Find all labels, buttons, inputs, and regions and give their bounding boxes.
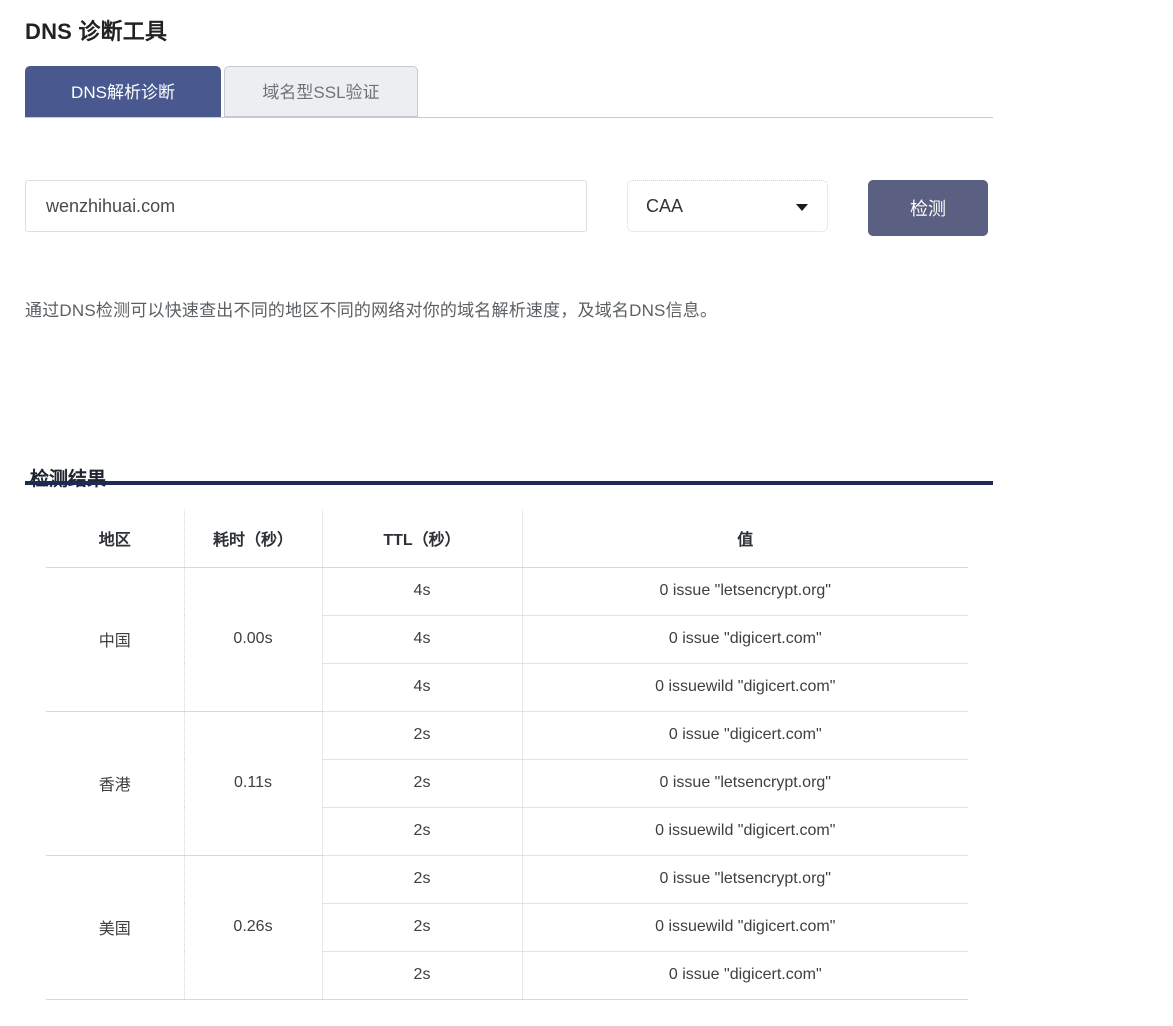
- cell-elapsed: 0.26s: [184, 855, 322, 999]
- column-header-value: 值: [522, 510, 968, 567]
- cell-region: 美国: [46, 855, 184, 999]
- cell-ttl: 4s: [322, 615, 522, 663]
- cell-value: 0 issue "digicert.com": [522, 711, 968, 759]
- cell-ttl: 2s: [322, 951, 522, 999]
- cell-region: 中国: [46, 567, 184, 711]
- cell-elapsed: 0.11s: [184, 711, 322, 855]
- table-header-row: 地区 耗时（秒） TTL（秒） 值: [46, 510, 968, 567]
- cell-value: 0 issuewild "digicert.com": [522, 903, 968, 951]
- cell-ttl: 2s: [322, 807, 522, 855]
- tab-bar: DNS解析诊断 域名型SSL验证: [25, 66, 993, 118]
- result-table-head: 地区 耗时（秒） TTL（秒） 值: [46, 510, 968, 567]
- cell-value: 0 issue "letsencrypt.org": [522, 855, 968, 903]
- result-heading-rule: [25, 481, 993, 485]
- record-type-select-wrapper: AAAAACNAMEMXNSTXTSOACAASRV: [627, 180, 828, 232]
- cell-ttl: 2s: [322, 855, 522, 903]
- cell-ttl: 4s: [322, 567, 522, 615]
- cell-region: 香港: [46, 711, 184, 855]
- column-header-ttl: TTL（秒）: [322, 510, 522, 567]
- table-row: 中国0.00s4s0 issue "letsencrypt.org": [46, 567, 968, 615]
- cell-value: 0 issue "digicert.com": [522, 951, 968, 999]
- cell-elapsed: 0.00s: [184, 567, 322, 711]
- cell-value: 0 issue "digicert.com": [522, 615, 968, 663]
- tab-domain-ssl-validation[interactable]: 域名型SSL验证: [224, 66, 418, 117]
- result-table: 地区 耗时（秒） TTL（秒） 值 中国0.00s4s0 issue "lets…: [46, 510, 968, 1000]
- dns-diagnostic-page: DNS 诊断工具 DNS解析诊断 域名型SSL验证 AAAAACNAMEMXNS…: [0, 0, 1173, 1026]
- cell-ttl: 2s: [322, 759, 522, 807]
- cell-value: 0 issue "letsencrypt.org": [522, 567, 968, 615]
- table-row: 香港0.11s2s0 issue "digicert.com": [46, 711, 968, 759]
- cell-value: 0 issuewild "digicert.com": [522, 663, 968, 711]
- column-header-elapsed: 耗时（秒）: [184, 510, 322, 567]
- hint-text: 通过DNS检测可以快速查出不同的地区不同的网络对你的域名解析速度，及域名DNS信…: [25, 298, 1005, 324]
- cell-ttl: 2s: [322, 711, 522, 759]
- cell-ttl: 2s: [322, 903, 522, 951]
- domain-input[interactable]: [25, 180, 587, 232]
- column-header-region: 地区: [46, 510, 184, 567]
- cell-value: 0 issue "letsencrypt.org": [522, 759, 968, 807]
- cell-ttl: 4s: [322, 663, 522, 711]
- page-title: DNS 诊断工具: [25, 17, 167, 47]
- detect-button[interactable]: 检测: [868, 180, 988, 236]
- cell-value: 0 issuewild "digicert.com": [522, 807, 968, 855]
- table-row: 美国0.26s2s0 issue "letsencrypt.org": [46, 855, 968, 903]
- record-type-select[interactable]: AAAAACNAMEMXNSTXTSOACAASRV: [627, 180, 828, 232]
- query-row: AAAAACNAMEMXNSTXTSOACAASRV 检测: [25, 180, 993, 236]
- result-heading: 检测结果: [30, 464, 106, 491]
- tab-dns-resolution[interactable]: DNS解析诊断: [25, 66, 221, 117]
- result-table-body: 中国0.00s4s0 issue "letsencrypt.org"4s0 is…: [46, 567, 968, 999]
